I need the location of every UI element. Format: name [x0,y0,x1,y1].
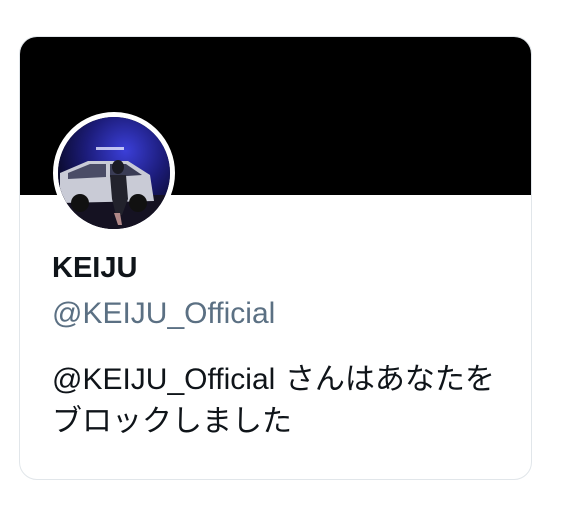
profile-card: KEIJU @KEIJU_Official @KEIJU_Official さん… [19,36,532,480]
avatar[interactable] [53,112,175,234]
display-name[interactable]: KEIJU [52,252,137,285]
avatar-photo-icon [58,117,170,229]
blocked-message: @KEIJU_Official さんはあなたをブロックしました [52,359,522,443]
user-handle[interactable]: @KEIJU_Official [52,297,275,331]
blocked-mention: @KEIJU_Official [52,363,276,396]
